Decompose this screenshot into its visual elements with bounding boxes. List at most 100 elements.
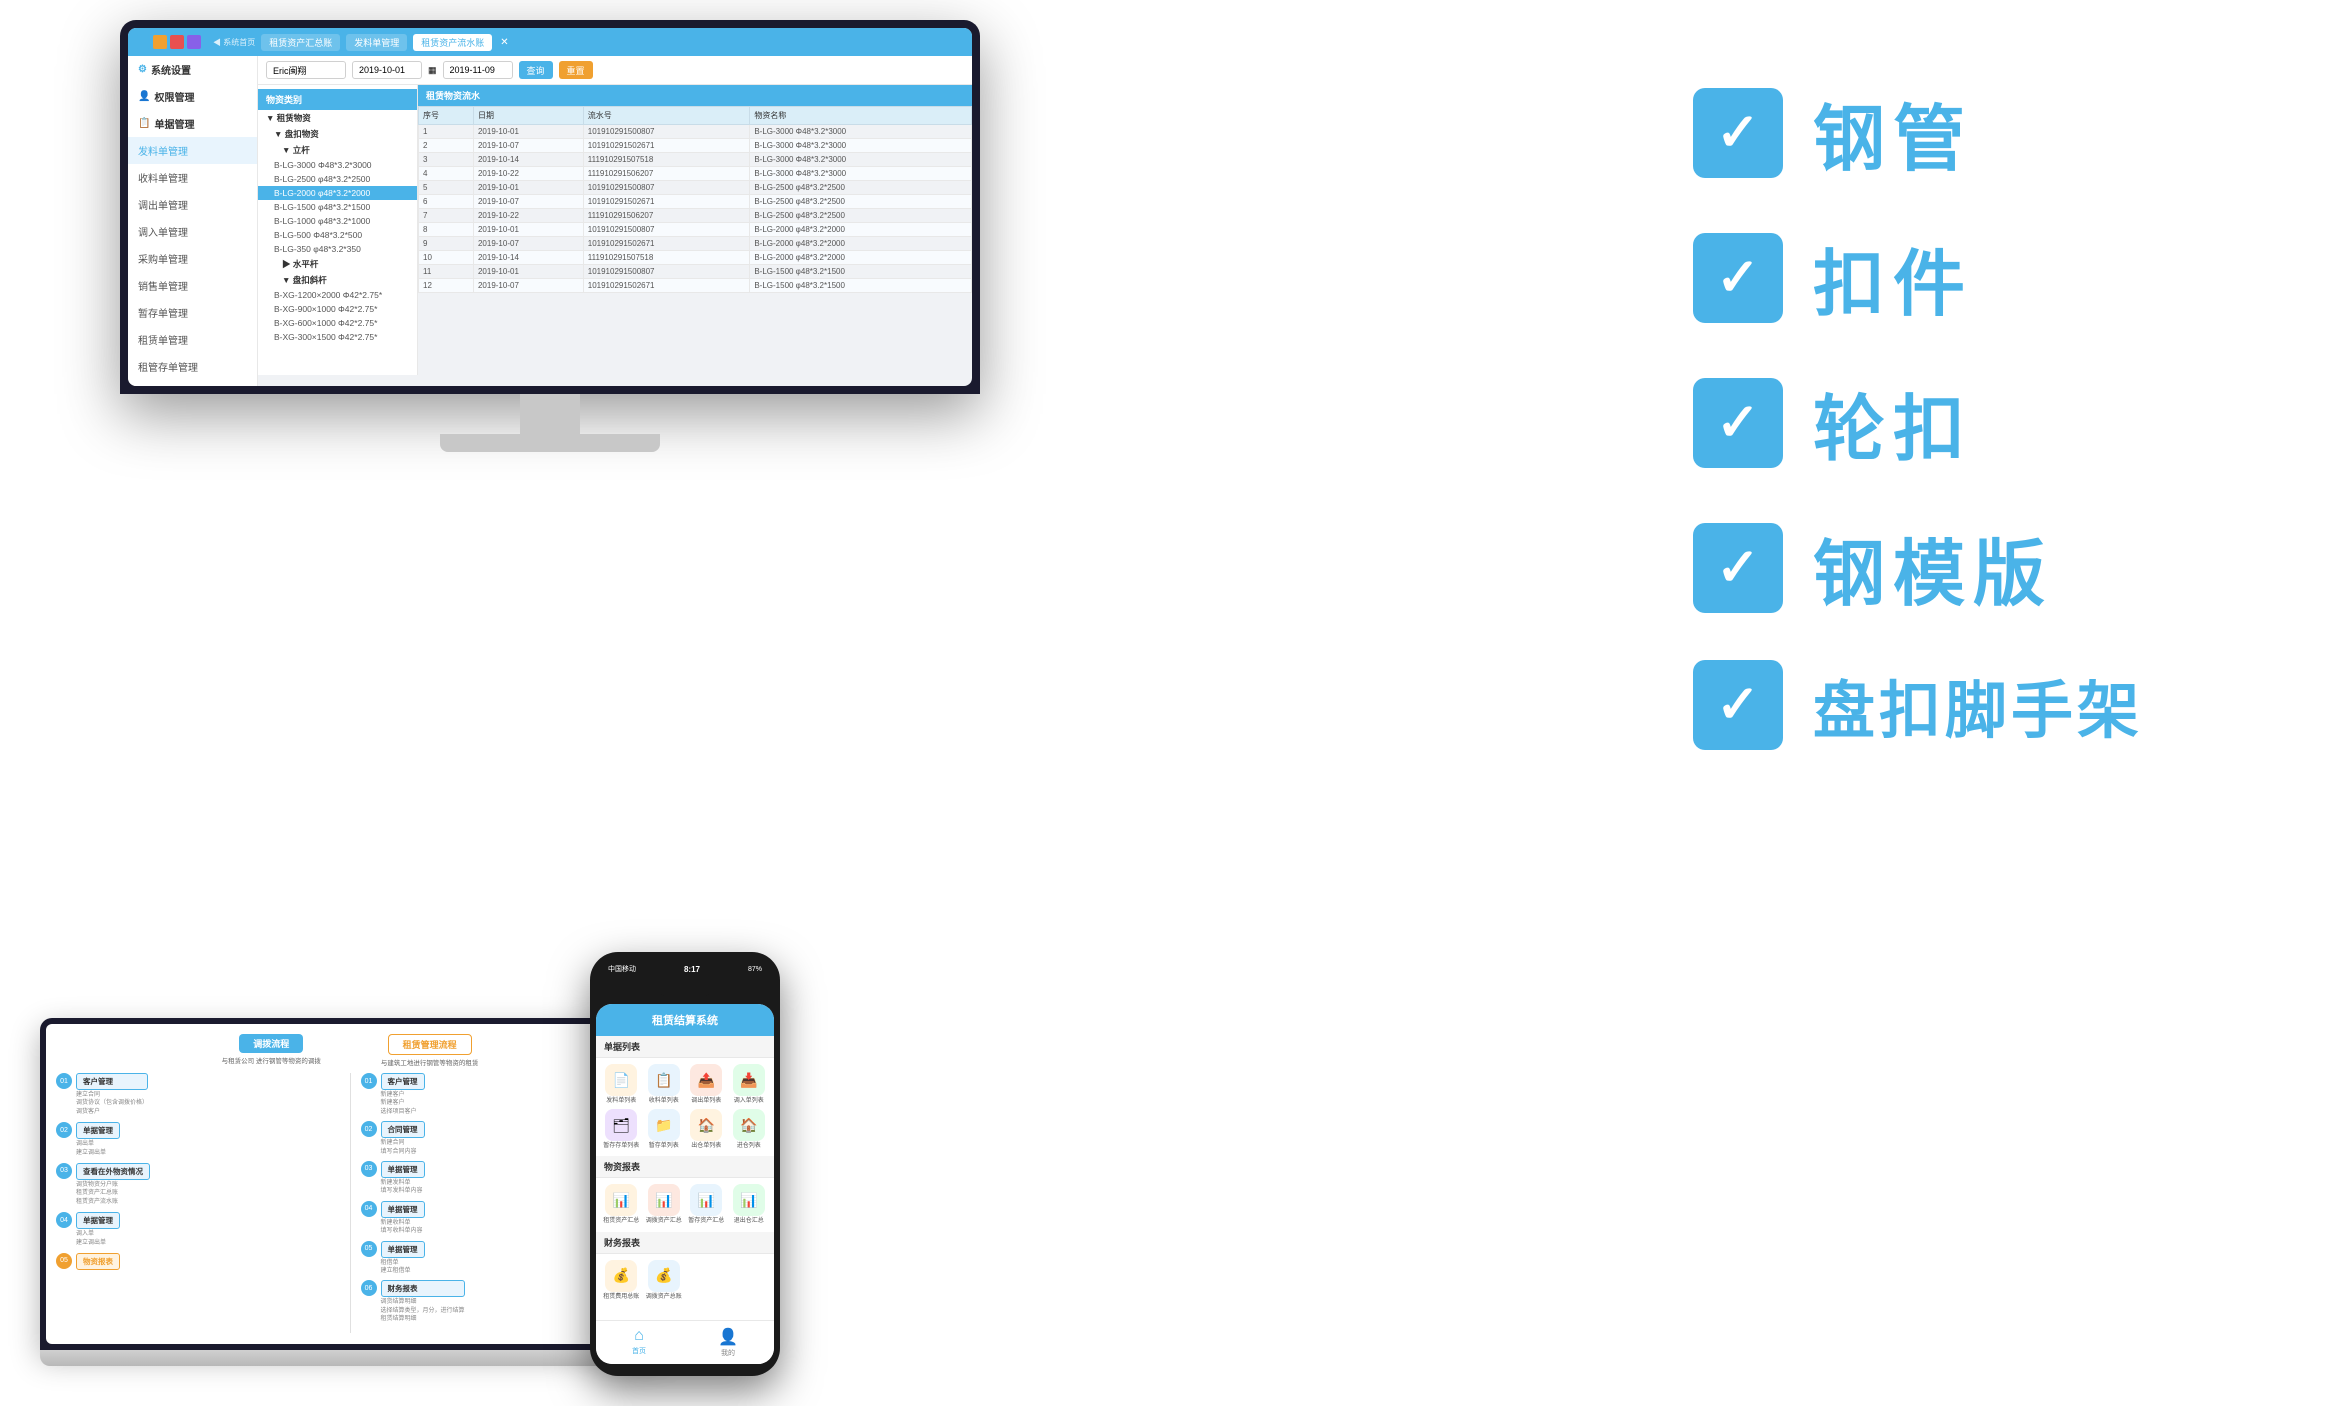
tab-issue-mgmt[interactable]: 发料单管理 (346, 34, 407, 51)
table-cell-10-0: 11 (419, 265, 474, 279)
phone-icon-transfer-assets[interactable]: 📊 调拨资产汇总 (645, 1184, 684, 1225)
phone-icon-temp-assets[interactable]: 📊 暂存资产汇总 (687, 1184, 726, 1225)
sidebar-lease-storage[interactable]: 租管存单管理 (128, 353, 257, 380)
tree-item-diagonal[interactable]: ▼ 盘扣斜杆 (258, 272, 417, 288)
sidebar-sales[interactable]: 销售单管理 (128, 272, 257, 299)
table-cell-1-2: 101910291502671 (583, 139, 750, 153)
date-separator: ▦ (428, 65, 437, 76)
tree-item-xg300[interactable]: B-XG-300×1500 Φ42*2.75* (258, 330, 417, 344)
phone-icon-lease-assets[interactable]: 📊 租赁资产汇总 (602, 1184, 641, 1225)
table-cell-4-3: B-LG-2500 φ48*3.2*2500 (750, 181, 972, 195)
tree-item-lg2500[interactable]: B-LG-2500 φ48*3.2*2500 (258, 172, 417, 186)
tree-item-horizontal[interactable]: ▶ 水平杆 (258, 256, 417, 272)
transfer-in-icon: 📥 (733, 1064, 765, 1096)
tree-item-xg600[interactable]: B-XG-600×1000 Φ42*2.75* (258, 316, 417, 330)
feature-label-disc-scaffold: 盘扣脚手架 (1813, 660, 2143, 750)
r-step-box-finance: 财务报表 (381, 1280, 465, 1297)
left-flow-title: 调拨流程 (239, 1034, 303, 1053)
phone-icon-exit-assets[interactable]: 📊 退出仓汇总 (730, 1184, 769, 1225)
temp-store-icon: 🗂 (605, 1109, 637, 1141)
table-row: 112019-10-01101910291500807B-LG-1500 φ48… (419, 265, 972, 279)
table-cell-4-0: 5 (419, 181, 474, 195)
reset-button[interactable]: 重置 (559, 61, 593, 79)
sidebar-transfer-in[interactable]: 调入单管理 (128, 218, 257, 245)
sidebar-purchase[interactable]: 采购单管理 (128, 245, 257, 272)
phone-icon-temp[interactable]: 📁 暂存单列表 (645, 1109, 684, 1150)
phone-icon-transfer-out[interactable]: 📤 调出单列表 (687, 1064, 726, 1105)
filter-date-from[interactable] (352, 61, 422, 79)
tree-item-lg2000[interactable]: B-LG-2000 φ48*3.2*2000 (258, 186, 417, 200)
r-step-desc-doc-recv: 新建收料单填写收料单内容 (381, 1219, 425, 1236)
asset-tree-panel: 物资类别 ▼ 租赁物资 ▼ 盘扣物资 ▼ 立杆 B-LG-3000 Φ48*3.… (258, 85, 418, 375)
table-cell-5-1: 2019-10-07 (473, 195, 583, 209)
tab-asset-flow[interactable]: 租赁资产流水账 (413, 34, 492, 51)
phone-nav-me[interactable]: 👤 我的 (718, 1327, 738, 1358)
sidebar-lease[interactable]: 租赁单管理 (128, 326, 257, 353)
tree-item-disc[interactable]: ▼ 盘扣物资 (258, 126, 417, 142)
table-cell-7-0: 8 (419, 223, 474, 237)
nav-back-btn[interactable]: ◀ 系统首页 (213, 37, 255, 48)
table-cell-11-0: 12 (419, 279, 474, 293)
sidebar-system-settings[interactable]: ⚙ 系统设置 (128, 56, 257, 83)
phone-icon-warehouse-in[interactable]: 🏠 进仓列表 (730, 1109, 769, 1150)
phone-section-finance: 财务报表 (596, 1232, 774, 1254)
col-date: 日期 (473, 107, 583, 125)
sidebar-documents[interactable]: 📋 单据管理 (128, 110, 257, 137)
phone-nav-home[interactable]: ⌂ 首页 (632, 1327, 646, 1358)
issue-icon: 📄 (605, 1064, 637, 1096)
col-flow-no: 流水号 (583, 107, 750, 125)
phone-icon-receive[interactable]: 📋 收料单列表 (645, 1064, 684, 1105)
phone-icon-temp-store[interactable]: 🗂 暂存存单列表 (602, 1109, 641, 1150)
tab-close-btn[interactable]: ✕ (500, 37, 508, 48)
tree-item-lg1000[interactable]: B-LG-1000 φ48*3.2*1000 (258, 214, 417, 228)
r-step-circle-03: 03 (361, 1161, 377, 1177)
r-step-content-finance: 财务报表 调货结算明细选择结算类型，月分，进行结算租赁结算明细 (381, 1280, 465, 1323)
r-step-desc-contract: 新建合同填写合同内容 (381, 1139, 425, 1156)
receive-icon: 📋 (648, 1064, 680, 1096)
phone-section-docs: 单据列表 (596, 1036, 774, 1058)
feature-item-wheel-lock: ✓ 轮扣 (1693, 370, 2273, 475)
table-cell-7-3: B-LG-2000 φ48*3.2*2000 (750, 223, 972, 237)
flowchart-body: 01 客户管理 建立合同调货协议（包含调拨价格）调货客户 02 单据管理 (56, 1073, 644, 1333)
sidebar-issue-doc[interactable]: 发料单管理 (128, 137, 257, 164)
query-button[interactable]: 查询 (519, 61, 553, 79)
phone-icon-transfer-finance[interactable]: 💰 调拨资产总账 (645, 1260, 684, 1301)
sidebar-transfer-out[interactable]: 调出单管理 (128, 191, 257, 218)
table-row: 122019-10-07101910291502671B-LG-1500 φ48… (419, 279, 972, 293)
sidebar-inventory[interactable]: 盘点管理 (128, 380, 257, 386)
toolbar-btn-green[interactable] (136, 35, 150, 49)
table-row: 62019-10-07101910291502671B-LG-2500 φ48*… (419, 195, 972, 209)
tree-item-pole[interactable]: ▼ 立杆 (258, 142, 417, 158)
tree-item-lg350[interactable]: B-LG-350 φ48*3.2*350 (258, 242, 417, 256)
sidebar-receive-doc[interactable]: 收料单管理 (128, 164, 257, 191)
lease-finance-label: 租赁费用总账 (603, 1294, 639, 1301)
phone-icon-transfer-in[interactable]: 📥 调入单列表 (730, 1064, 769, 1105)
tree-item-lease[interactable]: ▼ 租赁物资 (258, 110, 417, 126)
toolbar-btn-purple[interactable] (187, 35, 201, 49)
filter-date-to[interactable] (443, 61, 513, 79)
tree-item-xg1200[interactable]: B-XG-1200×2000 Φ42*2.75* (258, 288, 417, 302)
filter-user-input[interactable] (266, 61, 346, 79)
tree-item-lg1500[interactable]: B-LG-1500 φ48*3.2*1500 (258, 200, 417, 214)
phone-icon-issue[interactable]: 📄 发料单列表 (602, 1064, 641, 1105)
tree-item-lg3000[interactable]: B-LG-3000 Φ48*3.2*3000 (258, 158, 417, 172)
transfer-finance-label: 调拨资产总账 (646, 1294, 682, 1301)
phone-icon-lease-finance[interactable]: 💰 租赁费用总账 (602, 1260, 641, 1301)
tree-item-xg900[interactable]: B-XG-900×1000 Φ42*2.75* (258, 302, 417, 316)
sidebar-temp-storage[interactable]: 暂存单管理 (128, 299, 257, 326)
home-icon: ⌂ (634, 1327, 644, 1345)
temp-icon: 📁 (648, 1109, 680, 1141)
phone-icon-warehouse-out[interactable]: 🏠 出仓单列表 (687, 1109, 726, 1150)
transfer-in-label: 调入单列表 (734, 1098, 764, 1105)
table-cell-8-3: B-LG-2000 φ48*3.2*2000 (750, 237, 972, 251)
step-box-doc2: 单据管理 (76, 1212, 120, 1229)
tree-item-lg500[interactable]: B-LG-500 Φ48*3.2*500 (258, 228, 417, 242)
toolbar-btn-red[interactable] (170, 35, 184, 49)
phone-outer: 中国移动 8:17 87% 租赁结算系统 单据列表 📄 发料单列表 📋 收料单列… (590, 952, 780, 1376)
toolbar-btn-orange[interactable] (153, 35, 167, 49)
laptop-screen: 调拨流程 与租赁公司 进行钢管等物资的调拨 租赁管理流程 与建筑工地进行钢管等物… (46, 1024, 654, 1344)
tab-asset-summary[interactable]: 租赁资产汇总账 (261, 34, 340, 51)
table-cell-9-1: 2019-10-14 (473, 251, 583, 265)
step-content-view: 查看在外物资情况 调货物资分户账租赁资产汇总账租赁资产流水账 (76, 1163, 150, 1206)
sidebar-permissions[interactable]: 👤 权限管理 (128, 83, 257, 110)
